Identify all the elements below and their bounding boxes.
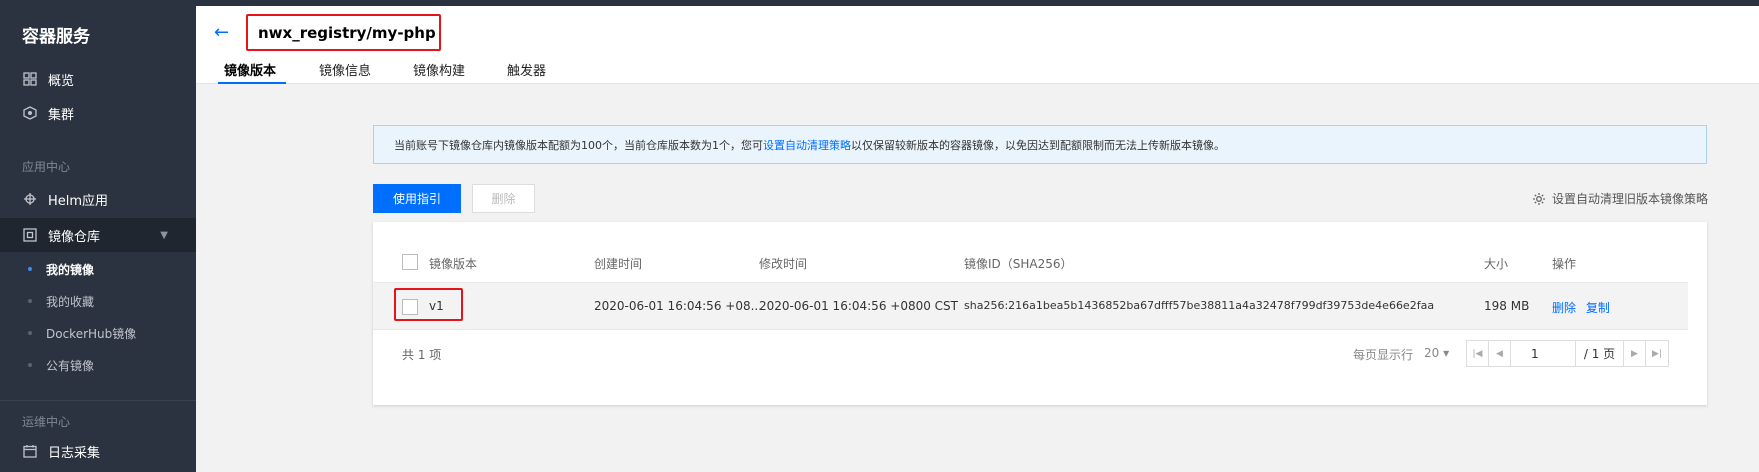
- back-arrow-icon[interactable]: ←: [214, 22, 229, 43]
- column-header-actions: 操作: [1552, 257, 1577, 271]
- sidebar-subitem-label: 我的收藏: [46, 294, 95, 309]
- sidebar-subitem-label: 公有镜像: [46, 358, 95, 373]
- per-page-select[interactable]: 20 ▾: [1424, 346, 1449, 360]
- bullet-icon: [28, 267, 32, 271]
- cell-image-id: sha256:216a1bea5b1436852ba67dfff57be3881…: [964, 299, 1435, 312]
- calendar-icon: [22, 443, 38, 459]
- cluster-icon: [22, 105, 38, 121]
- cell-actions: 删除 复制: [1552, 299, 1610, 316]
- sidebar-subitem-label: 我的镜像: [46, 262, 95, 277]
- usage-guide-button[interactable]: 使用指引: [373, 184, 461, 213]
- total-count: 共 1 项: [402, 348, 442, 362]
- sidebar-subitem-label: DockerHub镜像: [46, 326, 137, 341]
- next-page-icon[interactable]: ▶: [1624, 341, 1646, 366]
- row-highlight-box: [394, 288, 463, 321]
- sidebar-subitem-my-images[interactable]: 我的镜像: [0, 254, 196, 284]
- sidebar-subitem-dockerhub[interactable]: DockerHub镜像: [0, 318, 196, 348]
- sidebar-item-helm[interactable]: Helm应用: [0, 182, 196, 216]
- sidebar-item-label: 概览: [48, 73, 75, 89]
- sidebar-item-image-repo[interactable]: 镜像仓库 ▼: [0, 218, 196, 252]
- grid-icon: [22, 71, 38, 87]
- cleanup-policy-link[interactable]: 设置自动清理旧版本镜像策略: [1532, 190, 1708, 207]
- repository-icon: [22, 227, 38, 243]
- prev-page-icon[interactable]: ◀: [1489, 341, 1511, 366]
- row-delete-link[interactable]: 删除: [1552, 301, 1576, 315]
- auto-cleanup-link[interactable]: 设置自动清理策略: [763, 137, 851, 153]
- page-title: nwx_registry/my-php: [246, 14, 441, 51]
- row-copy-link[interactable]: 复制: [1586, 301, 1610, 315]
- cleanup-policy-label: 设置自动清理旧版本镜像策略: [1551, 192, 1708, 206]
- tab-image-versions[interactable]: 镜像版本: [224, 60, 276, 84]
- column-header-image-id: 镜像ID（SHA256）: [964, 257, 1073, 271]
- per-page-label: 每页显示行: [1353, 348, 1414, 362]
- brand-title: 容器服务: [22, 27, 90, 47]
- sidebar-subitem-public-images[interactable]: 公有镜像: [0, 350, 196, 380]
- sidebar-item-cluster[interactable]: 集群: [0, 96, 196, 130]
- notice-text-before: 当前账号下镜像仓库内镜像版本配额为100个，当前仓库版本数为1个，您可: [394, 138, 763, 152]
- cell-created: 2020-06-01 16:04:56 +08...: [594, 299, 763, 313]
- delete-button[interactable]: 删除: [472, 184, 535, 213]
- sidebar-item-label: Helm应用: [48, 193, 109, 209]
- column-header-modified: 修改时间: [759, 257, 808, 271]
- sidebar-item-label: 日志采集: [48, 445, 101, 461]
- active-tab-indicator: [218, 82, 286, 84]
- bullet-icon: [28, 331, 32, 335]
- tab-triggers[interactable]: 触发器: [507, 60, 546, 84]
- select-all-checkbox[interactable]: [402, 254, 418, 270]
- cell-size: 198 MB: [1484, 299, 1530, 313]
- column-header-created: 创建时间: [594, 257, 643, 271]
- total-pages: / 1 页: [1576, 341, 1624, 366]
- sidebar-item-log-collection[interactable]: 日志采集: [0, 434, 196, 468]
- quota-notice: 当前账号下镜像仓库内镜像版本配额为100个，当前仓库版本数为1个，您可 设置自动清…: [373, 125, 1707, 164]
- column-header-size: 大小: [1484, 257, 1509, 271]
- cell-modified: 2020-06-01 16:04:56 +0800 CST: [759, 299, 958, 313]
- group-label-app-center: 应用中心: [22, 160, 71, 174]
- gear-icon: [1532, 192, 1545, 205]
- first-page-icon[interactable]: |◀: [1467, 341, 1489, 366]
- last-page-icon[interactable]: ▶|: [1646, 341, 1668, 366]
- sidebar-item-label: 集群: [48, 107, 75, 123]
- notice-text-after: 以仅保留较新版本的容器镜像，以免因达到配额限制而无法上传新版本镜像。: [851, 138, 1225, 152]
- pagination: |◀ ◀ 1 / 1 页 ▶ ▶|: [1466, 340, 1669, 367]
- table-row: v1 2020-06-01 16:04:56 +08... 2020-06-01…: [373, 282, 1688, 330]
- page-title-text: nwx_registry/my-php: [258, 23, 436, 42]
- chevron-down-icon: ▼: [160, 229, 168, 241]
- bullet-icon: [28, 299, 32, 303]
- bullet-icon: [28, 363, 32, 367]
- page-number-input[interactable]: 1: [1511, 341, 1576, 366]
- sidebar: 容器服务 概览 集群 应用中心 Helm应用 镜像仓库 ▼ 我的镜像 我的收藏: [0, 6, 196, 472]
- sidebar-item-label: 镜像仓库: [48, 229, 101, 245]
- sidebar-subitem-my-favorites[interactable]: 我的收藏: [0, 286, 196, 316]
- page-header: ← nwx_registry/my-php 镜像版本 镜像信息 镜像构建 触发器: [196, 6, 1759, 84]
- image-version-table: 镜像版本 创建时间 修改时间 镜像ID（SHA256） 大小 操作 v1 202…: [373, 222, 1707, 405]
- column-header-version: 镜像版本: [429, 257, 478, 271]
- helm-icon: [22, 191, 38, 207]
- sidebar-divider: [0, 400, 196, 401]
- tab-image-build[interactable]: 镜像构建: [413, 60, 465, 84]
- group-label-ops-center: 运维中心: [22, 415, 71, 429]
- tab-image-info[interactable]: 镜像信息: [319, 60, 371, 84]
- sidebar-item-overview[interactable]: 概览: [0, 62, 196, 96]
